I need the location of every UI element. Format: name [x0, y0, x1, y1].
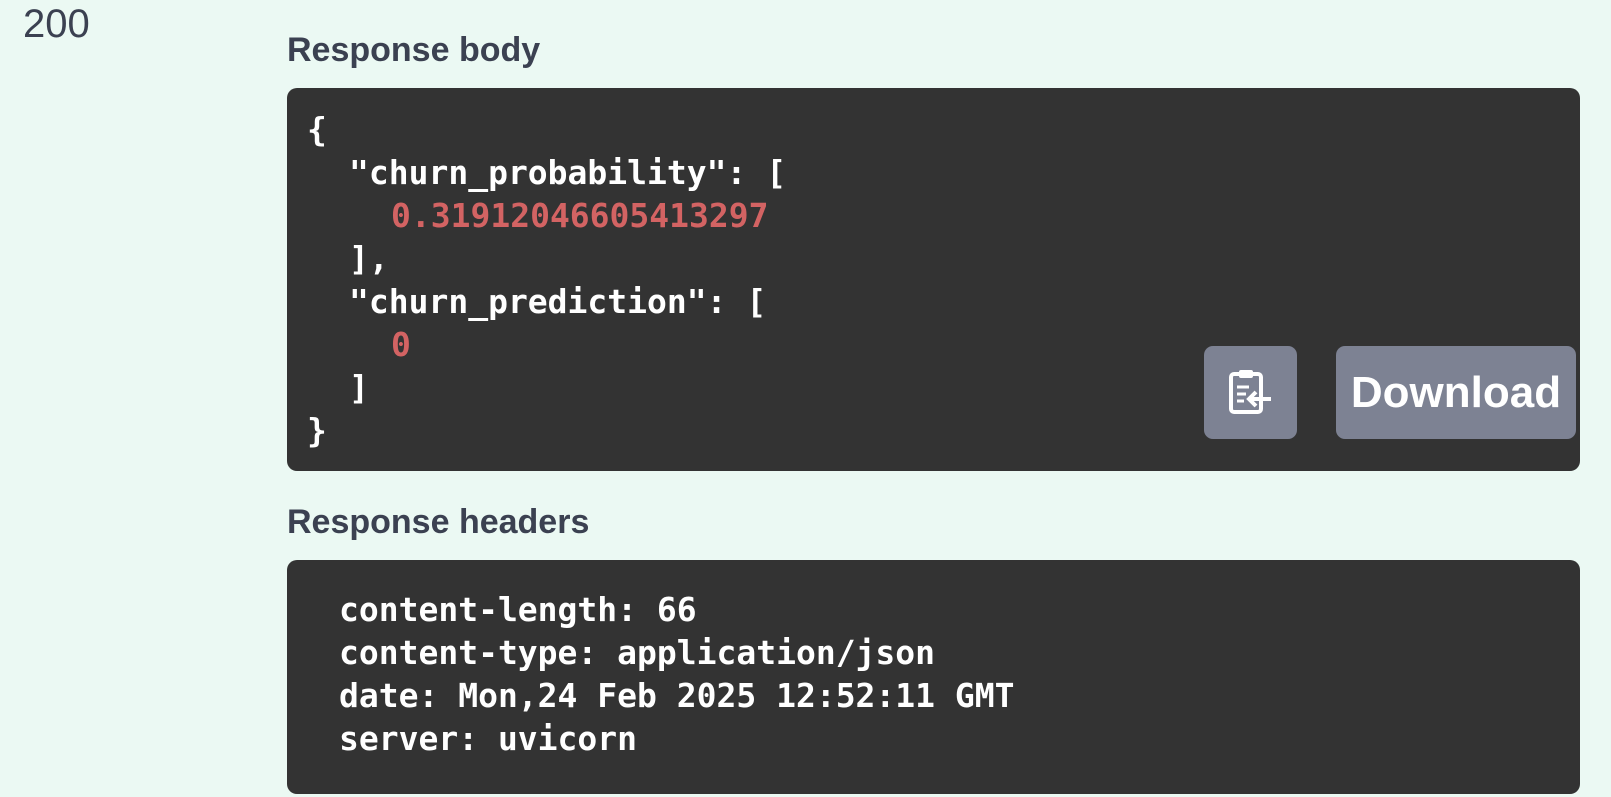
code-line: "churn_prediction": [ [349, 282, 767, 321]
code-line-number: 0.31912046605413297 [391, 196, 769, 235]
response-headers-panel: content-length: 66 content-type: applica… [287, 560, 1580, 794]
code-line: "churn_probability": [ [349, 153, 787, 192]
code-line: { [307, 110, 327, 149]
code-line: ] [349, 368, 369, 407]
response-headers-title: Response headers [287, 503, 590, 541]
code-line-number: 0 [391, 325, 411, 364]
status-code: 200 [23, 2, 90, 46]
header-line: content-length: 66 [339, 590, 697, 629]
code-line: } [307, 411, 327, 450]
copy-to-clipboard-button[interactable] [1204, 346, 1297, 439]
download-button[interactable]: Download [1336, 346, 1576, 439]
header-line: server: uvicorn [339, 719, 638, 758]
clipboard-copy-icon [1228, 369, 1271, 414]
response-body-panel: { "churn_probability": [ 0.3191204660541… [287, 88, 1580, 471]
code-line: ], [349, 239, 389, 278]
header-line: date: Mon,24 Feb 2025 12:52:11 GMT [339, 676, 1015, 715]
header-line: content-type: application/json [339, 633, 936, 672]
response-body-code: { "churn_probability": [ 0.3191204660541… [307, 108, 786, 452]
response-body-title: Response body [287, 31, 541, 69]
